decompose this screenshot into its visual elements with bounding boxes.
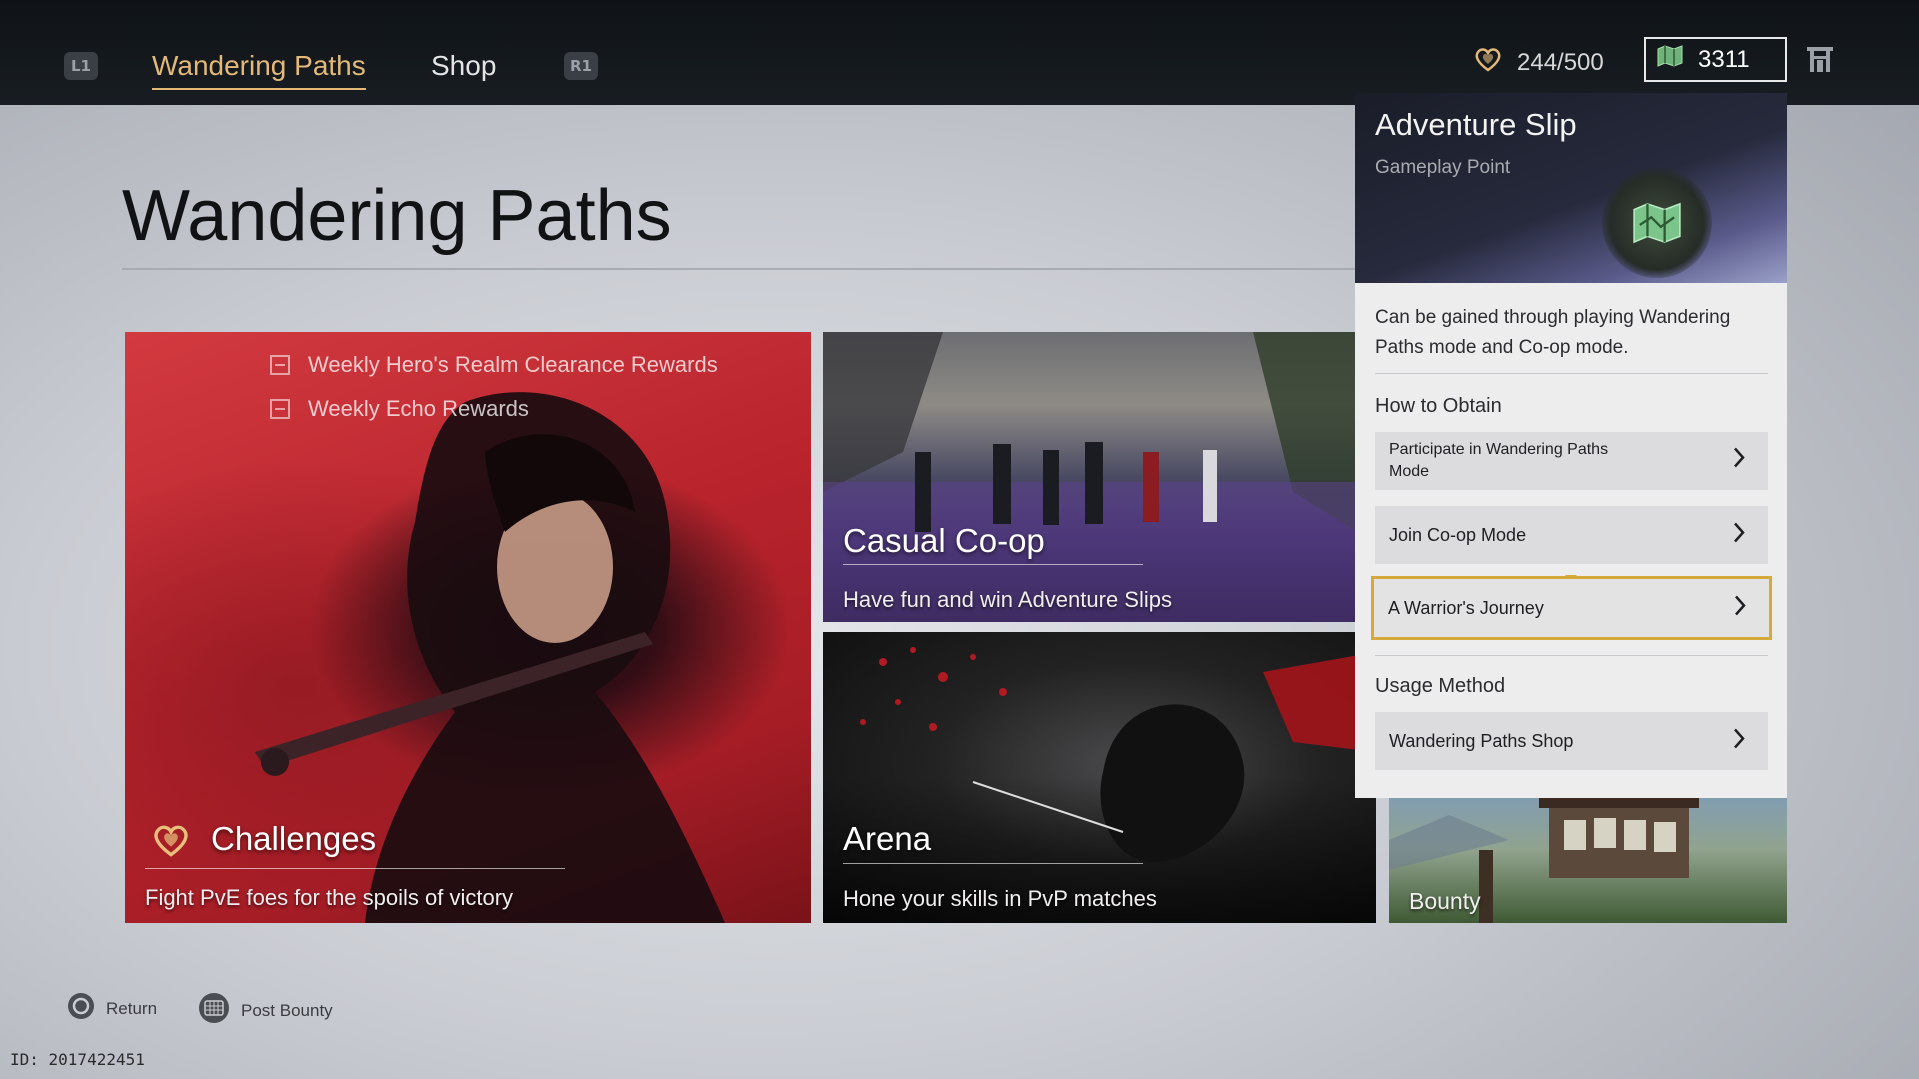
chevron-right-icon xyxy=(1732,522,1746,549)
arena-desc: Hone your skills in PvP matches xyxy=(843,886,1157,911)
arena-label: Arena xyxy=(843,820,932,857)
weekly-reward-label: Weekly Hero's Realm Clearance Rewards xyxy=(308,352,718,377)
option-label: Join Co-op Mode xyxy=(1389,524,1527,545)
casual-coop-desc: Have fun and win Adventure Slips xyxy=(843,587,1172,612)
chevron-right-icon xyxy=(1732,447,1746,476)
weekly-reward-label: Weekly Echo Rewards xyxy=(308,396,529,421)
bounty-card[interactable]: Bounty xyxy=(1389,790,1787,923)
adventure-slip-value: 3311 xyxy=(1698,45,1750,73)
gate-icon[interactable] xyxy=(1805,44,1835,78)
touchpad-icon xyxy=(197,991,231,1030)
weekly-reward-item: Weekly Hero's Realm Clearance Rewards xyxy=(270,352,718,378)
tooltip-title: Adventure Slip xyxy=(1375,107,1577,142)
circle-button-icon xyxy=(66,991,96,1026)
card-divider xyxy=(145,868,565,869)
arena-art xyxy=(860,647,1376,862)
obtain-option-warriors-journey[interactable]: A Warrior's Journey xyxy=(1371,576,1772,640)
stamina-counter: 244/500 xyxy=(1473,44,1604,81)
option-label: Participate in Wandering Paths Mode xyxy=(1389,441,1609,480)
card-divider xyxy=(843,863,1143,864)
casual-coop-label: Casual Co-op xyxy=(843,522,1045,559)
tooltip-header: Adventure Slip Gameplay Point xyxy=(1355,93,1787,283)
challenges-desc: Fight PvE foes for the spoils of victory xyxy=(145,885,514,910)
casual-coop-art xyxy=(823,332,1358,622)
heart-icon xyxy=(150,820,192,864)
usage-method-heading: Usage Method xyxy=(1375,675,1506,697)
title-divider xyxy=(122,268,1358,270)
chevron-right-icon xyxy=(1733,595,1747,622)
card-divider xyxy=(843,564,1143,565)
r1-button-hint[interactable]: R1 xyxy=(564,52,598,80)
adventure-slip-tooltip: Adventure Slip Gameplay Point Can be gai… xyxy=(1355,93,1787,798)
top-bar: L1 Wandering Paths Shop R1 244/500 3311 xyxy=(0,0,1919,105)
page-title: Wandering Paths xyxy=(122,176,672,256)
challenges-label: Challenges xyxy=(211,820,377,857)
tooltip-divider xyxy=(1375,655,1768,656)
player-id: ID: 2017422451 xyxy=(10,1050,145,1069)
return-hint[interactable]: Return xyxy=(66,991,157,1026)
weekly-reward-item: Weekly Echo Rewards xyxy=(270,396,529,422)
how-to-obtain-heading: How to Obtain xyxy=(1375,395,1502,417)
heart-icon xyxy=(1473,44,1503,81)
tooltip-subtitle: Gameplay Point xyxy=(1375,157,1511,178)
post-bounty-label: Post Bounty xyxy=(241,1000,333,1020)
chevron-right-icon xyxy=(1732,728,1746,755)
checkbox-icon xyxy=(270,355,290,375)
option-label: A Warrior's Journey xyxy=(1388,597,1544,618)
l1-button-hint[interactable]: L1 xyxy=(64,52,98,80)
return-label: Return xyxy=(106,998,158,1018)
casual-coop-card[interactable]: Casual Co-op Have fun and win Adventure … xyxy=(823,332,1358,622)
arena-card[interactable]: Arena Hone your skills in PvP matches xyxy=(823,632,1376,923)
challenges-card[interactable]: Weekly Hero's Realm Clearance Rewards We… xyxy=(125,332,811,923)
tooltip-description: Can be gained through playing Wandering … xyxy=(1375,307,1731,358)
tooltip-divider xyxy=(1375,373,1768,374)
option-label: Wandering Paths Shop xyxy=(1389,730,1574,751)
adventure-slip-emblem xyxy=(1602,168,1712,278)
usage-option-wandering-paths-shop[interactable]: Wandering Paths Shop xyxy=(1375,712,1768,770)
checkbox-icon xyxy=(270,399,290,419)
obtain-option-co-op[interactable]: Join Co-op Mode xyxy=(1375,506,1768,564)
obtain-option-wandering-paths[interactable]: Participate in Wandering Paths Mode xyxy=(1375,432,1768,490)
stamina-value: 244/500 xyxy=(1517,48,1604,76)
post-bounty-hint[interactable]: Post Bounty xyxy=(197,991,333,1030)
map-icon xyxy=(1633,202,1681,244)
tab-wandering-paths[interactable]: Wandering Paths xyxy=(152,46,366,90)
adventure-slip-counter[interactable]: 3311 xyxy=(1644,37,1787,82)
map-icon xyxy=(1656,45,1684,74)
tab-shop[interactable]: Shop xyxy=(431,46,496,90)
bounty-label: Bounty xyxy=(1409,888,1481,914)
